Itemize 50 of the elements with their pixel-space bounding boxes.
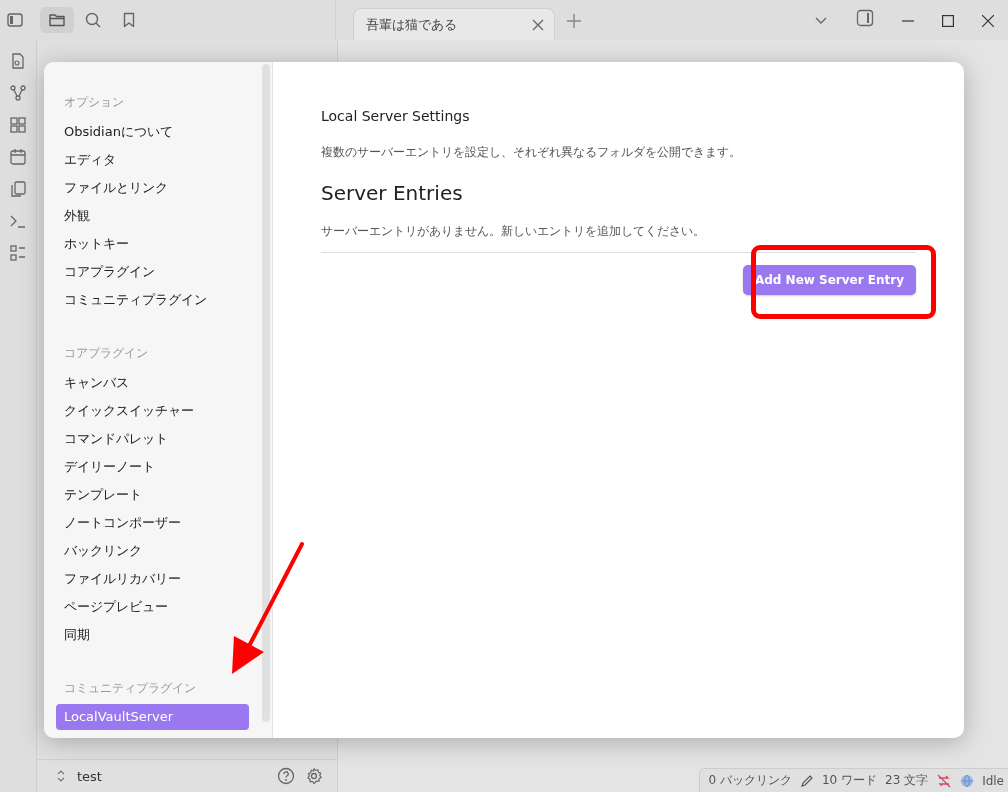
- settings-nav-item[interactable]: エディタ: [56, 146, 249, 174]
- settings-nav-item[interactable]: ファイルとリンク: [56, 174, 249, 202]
- settings-nav-item[interactable]: コマンドパレット: [56, 425, 249, 453]
- backlink-count[interactable]: 0 バックリンク: [708, 772, 792, 789]
- character-count: 23 文字: [885, 772, 929, 789]
- section-title: Server Entries: [321, 181, 464, 207]
- settings-nav-item[interactable]: 外観: [56, 202, 249, 230]
- settings-nav-item[interactable]: ページプレビュー: [56, 593, 249, 621]
- settings-nav-item[interactable]: コアプラグイン: [56, 258, 249, 286]
- copy-icon[interactable]: [9, 180, 27, 198]
- settings-nav-item[interactable]: ホットキー: [56, 230, 249, 258]
- graph-icon[interactable]: [9, 84, 27, 102]
- help-icon[interactable]: [277, 767, 295, 785]
- word-count: 10 ワード: [821, 772, 878, 789]
- calendar-icon[interactable]: [9, 148, 27, 166]
- settings-nav-item[interactable]: デイリーノート: [56, 453, 249, 481]
- settings-nav-item[interactable]: ノートコンポーザー: [56, 509, 249, 537]
- server-status: Idle: [982, 773, 1004, 788]
- maximize-icon[interactable]: [942, 15, 954, 27]
- settings-nav-item[interactable]: テンプレート: [56, 481, 249, 509]
- settings-title: Local Server Settings: [321, 108, 471, 126]
- close-icon[interactable]: [532, 18, 544, 31]
- vault-name[interactable]: test: [77, 768, 102, 784]
- settings-nav-item[interactable]: バックリンク: [56, 537, 249, 565]
- sync-off-icon[interactable]: [936, 773, 953, 788]
- settings-icon[interactable]: [305, 767, 323, 785]
- settings-nav-item[interactable]: Obsidianについて: [56, 118, 249, 146]
- right-sidebar-icon[interactable]: [856, 9, 874, 27]
- folder-icon[interactable]: [40, 7, 74, 33]
- settings-nav-item[interactable]: 同期: [56, 621, 249, 649]
- settings-nav-item[interactable]: クイックスイッチャー: [56, 397, 249, 425]
- settings-nav-item[interactable]: キャンバス: [56, 369, 249, 397]
- section-heading: コミュニティプラグイン: [63, 680, 197, 697]
- pencil-icon[interactable]: [799, 773, 814, 788]
- list-icon[interactable]: [9, 244, 27, 262]
- tab[interactable]: 吾輩は猫である: [353, 8, 555, 40]
- scrollbar[interactable]: [262, 64, 270, 722]
- section-heading: コアプラグイン: [63, 345, 149, 362]
- chevron-updown-icon[interactable]: [55, 769, 67, 783]
- globe-icon[interactable]: [960, 773, 975, 788]
- close-icon[interactable]: [982, 15, 994, 27]
- section-heading: オプション: [63, 94, 125, 111]
- settings-description: 複数のサーバーエントリを設定し、それぞれ異なるフォルダを公開できます。: [321, 144, 742, 161]
- search-icon[interactable]: [84, 11, 102, 29]
- settings-nav-item[interactable]: ファイルリカバリー: [56, 565, 249, 593]
- empty-message: サーバーエントリがありません。新しいエントリを追加してください。: [321, 223, 916, 253]
- grid-icon[interactable]: [9, 116, 27, 134]
- file-search-icon[interactable]: [9, 52, 27, 70]
- settings-nav-item[interactable]: コミュニティプラグイン: [56, 286, 249, 314]
- sidebar-toggle-icon[interactable]: [6, 11, 24, 29]
